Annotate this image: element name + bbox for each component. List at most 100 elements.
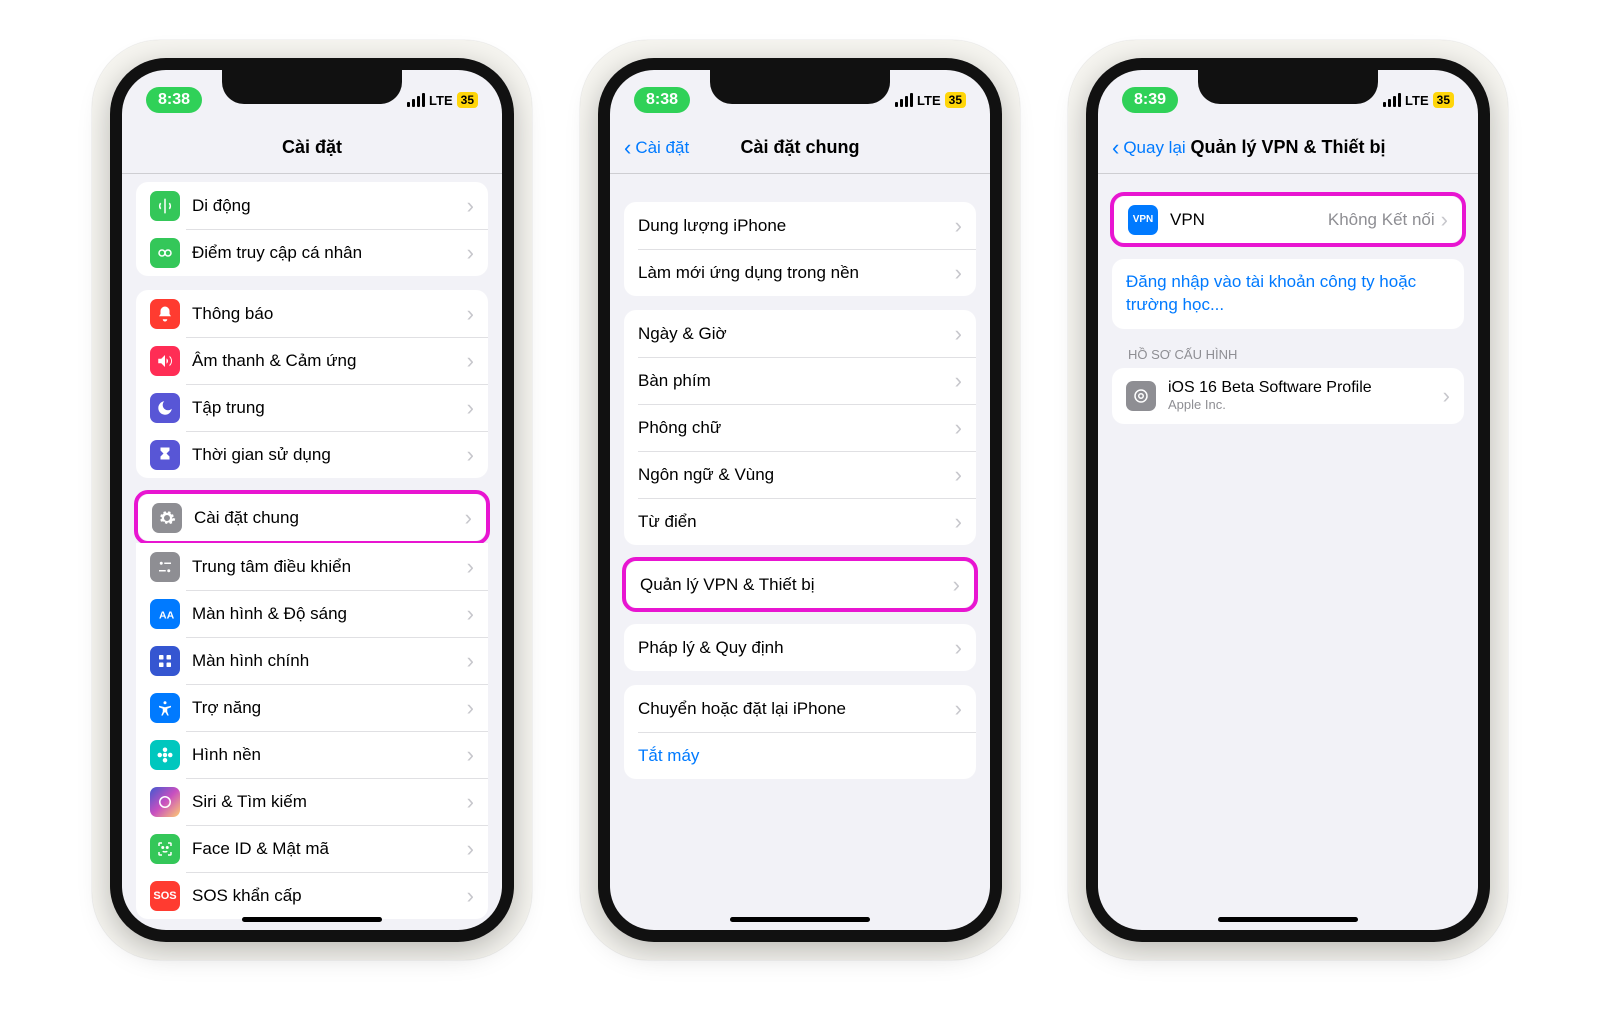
sliders-icon: [150, 552, 180, 582]
row-label: Quản lý VPN & Thiết bị: [640, 575, 953, 595]
row-vpn-device[interactable]: Quản lý VPN & Thiết bị ›: [626, 561, 974, 608]
back-button[interactable]: ‹ Quay lại: [1112, 137, 1186, 159]
row-control-center[interactable]: Trung tâm điều khiển ›: [136, 543, 488, 590]
row-label: Chuyển hoặc đặt lại iPhone: [638, 699, 955, 719]
lte-label: LTE: [1405, 93, 1429, 108]
phone-vpn-device: 8:39 LTE 35 ‹ Quay lại Quản lý VPN & Thi…: [1068, 40, 1508, 960]
home-indicator[interactable]: [242, 917, 382, 922]
row-faceid[interactable]: Face ID & Mật mã ›: [136, 825, 488, 872]
chevron-right-icon: ›: [467, 303, 474, 325]
chevron-right-icon: ›: [465, 507, 472, 529]
moon-icon: [150, 393, 180, 423]
signal-icon: [407, 93, 425, 107]
chevron-right-icon: ›: [467, 650, 474, 672]
back-label: Cài đặt: [635, 138, 689, 158]
row-language[interactable]: Ngôn ngữ & Vùng›: [624, 451, 976, 498]
row-shutdown[interactable]: Tắt máy: [624, 732, 976, 779]
flower-icon: [150, 740, 180, 770]
row-transfer-reset[interactable]: Chuyển hoặc đặt lại iPhone›: [624, 685, 976, 732]
lte-label: LTE: [917, 93, 941, 108]
notch: [1198, 70, 1378, 104]
row-sos[interactable]: SOS SOS khẩn cấp ›: [136, 872, 488, 919]
profile-icon: [1126, 381, 1156, 411]
row-label: Làm mới ứng dụng trong nền: [638, 263, 955, 283]
row-label: Ngày & Giờ: [638, 324, 955, 344]
row-label: Từ điển: [638, 512, 955, 532]
chevron-right-icon: ›: [1441, 209, 1448, 231]
grid-icon: [150, 646, 180, 676]
row-legal[interactable]: Pháp lý & Quy định›: [624, 624, 976, 671]
chevron-right-icon: ›: [955, 417, 962, 439]
chevron-right-icon: ›: [467, 556, 474, 578]
row-wallpaper[interactable]: Hình nền ›: [136, 731, 488, 778]
row-focus[interactable]: Tập trung ›: [136, 384, 488, 431]
row-label: Di động: [192, 196, 467, 216]
group-locale: Ngày & Giờ› Bàn phím› Phông chữ› Ngôn ng…: [624, 310, 976, 545]
row-label: Trung tâm điều khiển: [192, 557, 467, 577]
row-fonts[interactable]: Phông chữ›: [624, 404, 976, 451]
row-label: Dung lượng iPhone: [638, 216, 955, 236]
row-background-refresh[interactable]: Làm mới ứng dụng trong nền ›: [624, 249, 976, 296]
row-dictionary[interactable]: Từ điển›: [624, 498, 976, 545]
row-profile[interactable]: iOS 16 Beta Software Profile Apple Inc. …: [1112, 368, 1464, 424]
row-signin[interactable]: Đăng nhập vào tài khoản công ty hoặc trư…: [1112, 259, 1464, 329]
phone-settings: 8:38 LTE 35 Cài đặt Di động ›: [92, 40, 532, 960]
group-legal: Pháp lý & Quy định›: [624, 624, 976, 671]
row-date-time[interactable]: Ngày & Giờ›: [624, 310, 976, 357]
row-label: VPN: [1170, 210, 1328, 230]
row-label: Phông chữ: [638, 418, 955, 438]
navbar: Cài đặt: [122, 122, 502, 174]
chevron-right-icon: ›: [955, 511, 962, 533]
chevron-right-icon: ›: [955, 262, 962, 284]
row-label: Màn hình chính: [192, 651, 467, 671]
navbar: ‹ Cài đặt Cài đặt chung: [610, 122, 990, 174]
row-display[interactable]: AA Màn hình & Độ sáng ›: [136, 590, 488, 637]
siri-icon: [150, 787, 180, 817]
notch: [222, 70, 402, 104]
row-sounds[interactable]: Âm thanh & Cảm ứng ›: [136, 337, 488, 384]
phone-general: 8:38 LTE 35 ‹ Cài đặt Cài đặt chung Dung…: [580, 40, 1020, 960]
profile-sub: Apple Inc.: [1168, 397, 1443, 412]
row-siri[interactable]: Siri & Tìm kiếm ›: [136, 778, 488, 825]
status-right: LTE 35: [407, 92, 478, 108]
row-keyboard[interactable]: Bàn phím›: [624, 357, 976, 404]
back-button[interactable]: ‹ Cài đặt: [624, 137, 689, 159]
row-hotspot[interactable]: Điểm truy cập cá nhân ›: [136, 229, 488, 276]
row-label: Thời gian sử dụng: [192, 445, 467, 465]
row-vpn[interactable]: VPN VPN Không Kết nối ›: [1114, 196, 1462, 243]
chevron-right-icon: ›: [467, 242, 474, 264]
group-reset: Chuyển hoặc đặt lại iPhone› Tắt máy: [624, 685, 976, 779]
group-notifications: Thông báo › Âm thanh & Cảm ứng › Tập tru…: [136, 290, 488, 478]
chevron-right-icon: ›: [467, 397, 474, 419]
chevron-right-icon: ›: [1443, 385, 1450, 407]
home-indicator[interactable]: [730, 917, 870, 922]
chevron-right-icon: ›: [955, 370, 962, 392]
chevron-right-icon: ›: [955, 215, 962, 237]
sos-icon: SOS: [150, 881, 180, 911]
chevron-left-icon: ‹: [624, 137, 631, 159]
row-cellular[interactable]: Di động ›: [136, 182, 488, 229]
row-storage[interactable]: Dung lượng iPhone ›: [624, 202, 976, 249]
chevron-right-icon: ›: [953, 574, 960, 596]
text-size-icon: AA: [150, 599, 180, 629]
battery-label: 35: [945, 92, 966, 108]
page-title: Cài đặt chung: [740, 137, 859, 158]
row-accessibility[interactable]: Trợ năng ›: [136, 684, 488, 731]
chevron-right-icon: ›: [955, 637, 962, 659]
chevron-right-icon: ›: [955, 323, 962, 345]
row-general[interactable]: Cài đặt chung ›: [138, 494, 486, 541]
row-notifications[interactable]: Thông báo ›: [136, 290, 488, 337]
chevron-right-icon: ›: [467, 195, 474, 217]
page-title: Cài đặt: [282, 137, 342, 158]
row-label: Siri & Tìm kiếm: [192, 792, 467, 812]
chevron-right-icon: ›: [955, 464, 962, 486]
faceid-icon: [150, 834, 180, 864]
lte-label: LTE: [429, 93, 453, 108]
chevron-right-icon: ›: [467, 838, 474, 860]
row-label: Thông báo: [192, 304, 467, 324]
home-indicator[interactable]: [1218, 917, 1358, 922]
row-screentime[interactable]: Thời gian sử dụng ›: [136, 431, 488, 478]
signin-label: Đăng nhập vào tài khoản công ty hoặc trư…: [1126, 271, 1450, 317]
row-homescreen[interactable]: Màn hình chính ›: [136, 637, 488, 684]
svg-text:AA: AA: [159, 609, 174, 621]
